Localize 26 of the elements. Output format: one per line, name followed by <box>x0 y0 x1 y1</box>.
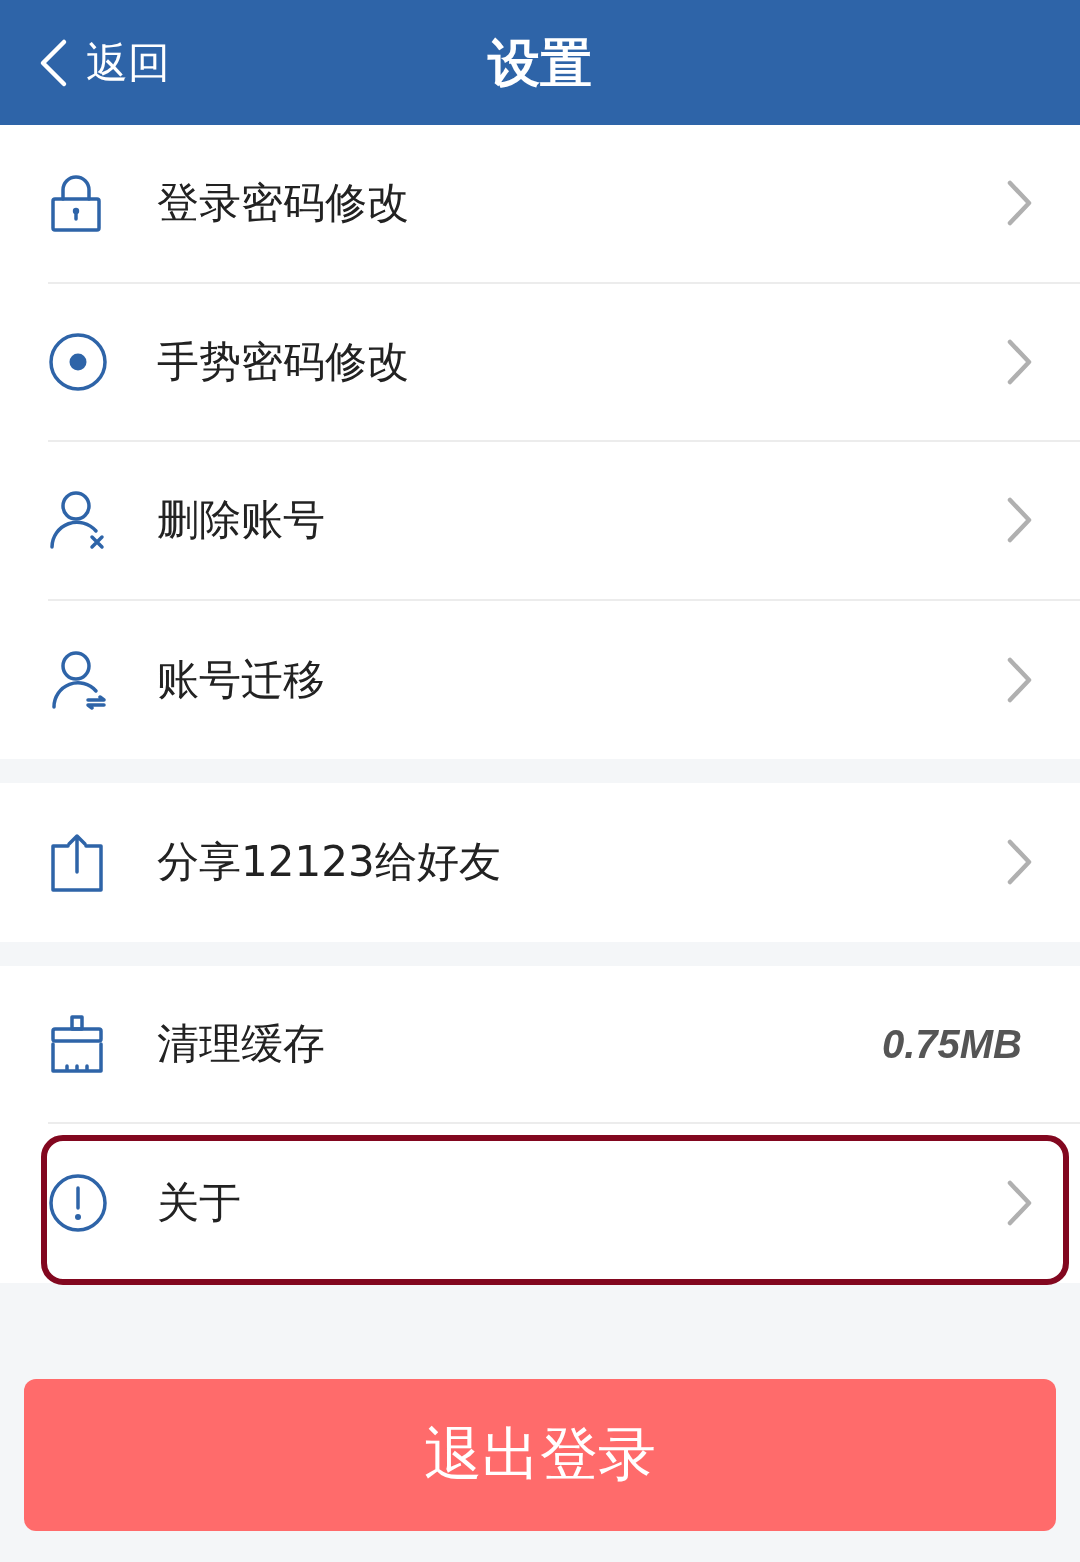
row-label: 账号迁移 <box>157 654 325 705</box>
settings-row[interactable]: 手势密码修改 <box>0 283 1080 442</box>
chevron-right-icon <box>1006 180 1032 227</box>
target-circle-icon <box>48 331 108 392</box>
row-label: 分享12123给好友 <box>157 837 501 888</box>
chevron-right-icon <box>1006 839 1032 886</box>
page-title: 设置 <box>488 36 592 89</box>
cache-size: 0.75MB <box>881 1020 1022 1068</box>
chevron-right-icon <box>1006 656 1032 703</box>
row-label: 登录密码修改 <box>157 178 409 229</box>
settings-row[interactable]: 账号迁移 <box>0 600 1080 759</box>
chevron-right-icon <box>1006 497 1032 544</box>
chevron-left-icon <box>38 37 68 88</box>
back-link[interactable]: 返回 <box>38 37 170 88</box>
settings-row[interactable]: 登录密码修改 <box>0 125 1080 284</box>
settings-row[interactable]: 分享12123给好友 <box>0 783 1080 942</box>
row-label: 删除账号 <box>157 495 325 546</box>
settings-row[interactable]: 关于 <box>0 1124 1080 1283</box>
row-label: 手势密码修改 <box>157 336 409 387</box>
chevron-right-icon <box>1006 1180 1032 1227</box>
row-label: 清理缓存 <box>157 1018 325 1069</box>
settings-row[interactable]: 清理缓存 0.75MB <box>0 965 1080 1124</box>
chevron-right-icon <box>1006 338 1032 385</box>
info-icon <box>48 1173 108 1234</box>
settings-row[interactable]: 删除账号 <box>0 442 1080 601</box>
row-label: 关于 <box>157 1178 241 1229</box>
